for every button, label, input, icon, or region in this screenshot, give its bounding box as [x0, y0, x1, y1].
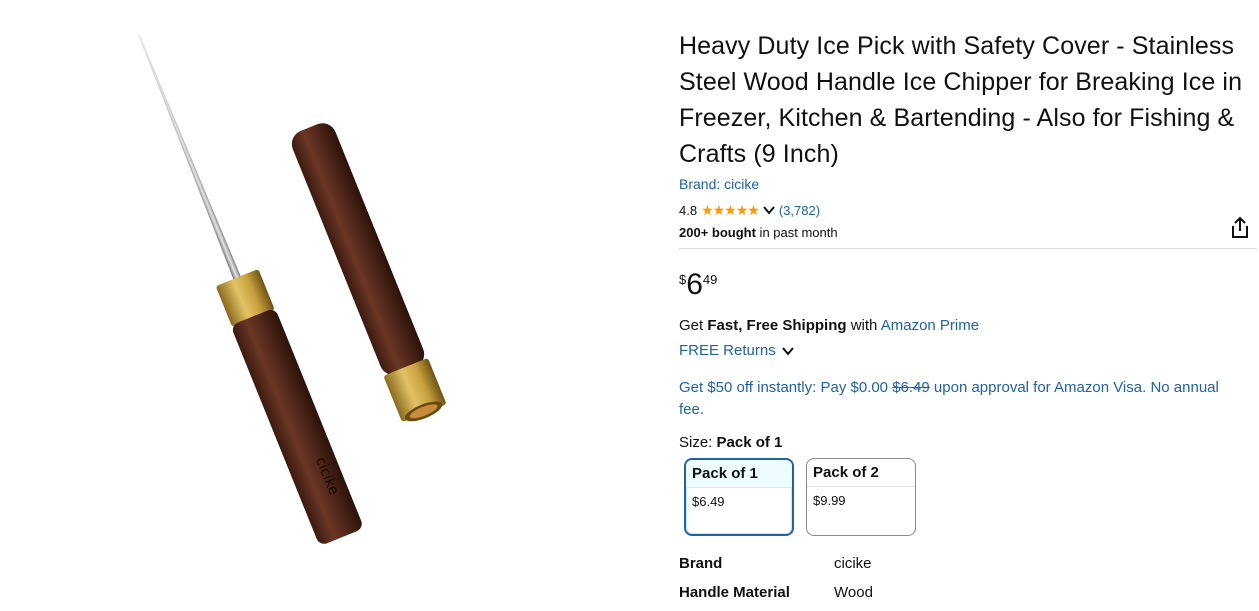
product-title: Heavy Duty Ice Pick with Safety Cover - …	[679, 32, 1243, 168]
size-option-name: Pack of 2	[807, 459, 915, 487]
rating-count-link[interactable]: (3,782)	[779, 203, 820, 218]
size-selected-value: Pack of 1	[716, 434, 783, 451]
shipping-bold: Fast, Free Shipping	[707, 317, 847, 334]
size-option-pack-of-1[interactable]: Pack of 1 $6.49	[684, 458, 794, 536]
free-returns-link[interactable]: FREE Returns	[679, 342, 795, 359]
rating-row[interactable]: 4.8 ★★★★★ (3,782)	[679, 201, 1251, 219]
share-icon[interactable]	[1229, 216, 1251, 240]
size-option-price: $9.99	[813, 493, 846, 508]
size-option-name: Pack of 1	[686, 460, 792, 488]
visa-promo-link[interactable]: Get $50 off instantly: Pay $0.00 $6.49 u…	[679, 377, 1239, 421]
chevron-down-icon[interactable]	[762, 203, 776, 217]
prime-link[interactable]: Amazon Prime	[881, 317, 979, 334]
spec-value: cicike	[834, 555, 872, 572]
bought-period: in past month	[755, 225, 838, 240]
price-whole: 6	[686, 268, 703, 301]
spec-value: Wood	[834, 584, 873, 601]
star-rating-icon[interactable]: ★★★★★	[701, 202, 760, 219]
brand-link[interactable]: Brand: cicike	[679, 176, 759, 192]
free-returns-label: FREE Returns	[679, 342, 776, 359]
price: $ 6 49	[679, 268, 717, 304]
chevron-down-icon	[781, 346, 794, 356]
spec-key: Brand	[679, 555, 723, 572]
shipping-prefix: Get	[679, 317, 708, 334]
price-fraction: 49	[702, 272, 718, 287]
bought-count: 200+ bought	[679, 225, 756, 240]
shipping-middle: with	[846, 317, 881, 334]
ice-pick-illustration: cicike	[138, 34, 446, 544]
bought-info: 200+ bought in past month	[679, 225, 1251, 240]
promo-text-1: Get $50 off instantly: Pay $0.00	[679, 379, 893, 396]
promo-strike-price: $6.49	[892, 379, 930, 396]
product-image[interactable]: cicike	[18, 20, 550, 598]
price-symbol: $	[679, 272, 687, 287]
size-label-prefix: Size:	[679, 434, 717, 451]
shipping-info: Get Fast, Free Shipping with Amazon Prim…	[679, 317, 979, 334]
size-label: Size: Pack of 1	[679, 434, 782, 451]
spec-key: Handle Material	[679, 584, 790, 601]
size-option-price: $6.49	[692, 494, 725, 509]
size-option-pack-of-2[interactable]: Pack of 2 $9.99	[806, 458, 916, 536]
divider	[679, 248, 1257, 249]
product-detail: Heavy Duty Ice Pick with Safety Cover - …	[679, 28, 1257, 601]
rating-value: 4.8	[679, 202, 698, 218]
